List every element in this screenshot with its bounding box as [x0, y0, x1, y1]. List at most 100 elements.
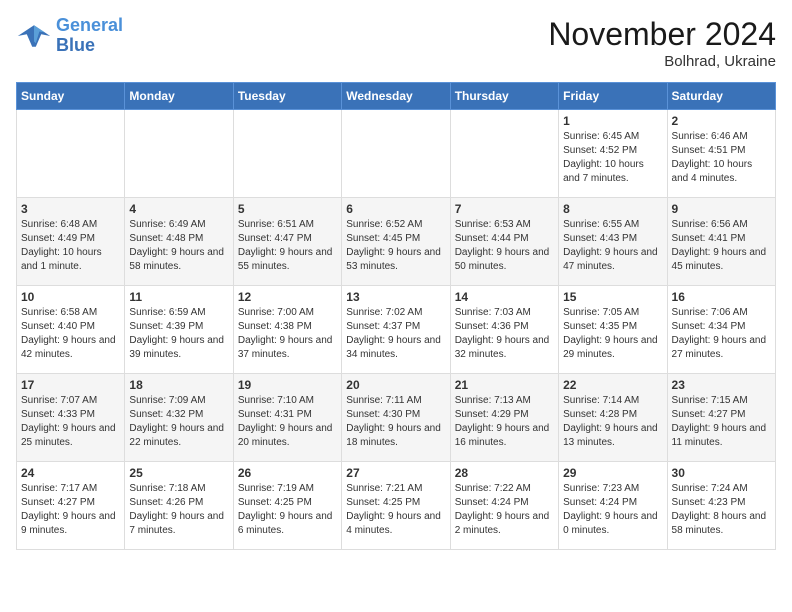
calendar-cell: 10Sunrise: 6:58 AM Sunset: 4:40 PM Dayli…: [17, 286, 125, 374]
calendar-cell: 20Sunrise: 7:11 AM Sunset: 4:30 PM Dayli…: [342, 374, 450, 462]
calendar-cell: 4 Sunrise: 6:49 AM Sunset: 4:48 PM Daylig…: [125, 198, 233, 286]
day-number: 23: [672, 378, 771, 392]
day-number: 16: [672, 290, 771, 304]
day-info: Sunrise: 7:15 AM Sunset: 4:27 PM Dayligh…: [672, 394, 771, 450]
day-number: 22: [563, 378, 662, 392]
calendar-week-1: 3 Sunrise: 6:48 AM Sunset: 4:49 PM Daylig…: [17, 198, 776, 286]
day-number: 10: [21, 290, 120, 304]
calendar-cell: 5Sunrise: 6:51 AM Sunset: 4:47 PM Daylig…: [233, 198, 341, 286]
day-number: 4: [129, 202, 228, 216]
calendar-cell: 19Sunrise: 7:10 AM Sunset: 4:31 PM Dayli…: [233, 374, 341, 462]
month-title: November 2024: [548, 16, 776, 53]
calendar-cell: 6 Sunrise: 6:52 AM Sunset: 4:45 PM Daylig…: [342, 198, 450, 286]
calendar-table: Sunday Monday Tuesday Wednesday Thursday…: [16, 82, 776, 550]
calendar-header-row: Sunday Monday Tuesday Wednesday Thursday…: [17, 83, 776, 110]
calendar-cell: 26 Sunrise: 7:19 AM Sunset: 4:25 PM Dayli…: [233, 462, 341, 550]
col-friday: Friday: [559, 83, 667, 110]
day-info: Sunrise: 7:14 AM Sunset: 4:28 PM Dayligh…: [563, 394, 662, 450]
col-thursday: Thursday: [450, 83, 558, 110]
day-info: Sunrise: 7:13 AM Sunset: 4:29 PM Dayligh…: [455, 394, 554, 450]
calendar-cell: 15 Sunrise: 7:05 AM Sunset: 4:35 PM Dayli…: [559, 286, 667, 374]
day-number: 14: [455, 290, 554, 304]
logo: General Blue: [16, 16, 123, 56]
day-number: 9: [672, 202, 771, 216]
calendar-cell: 7 Sunrise: 6:53 AM Sunset: 4:44 PM Daylig…: [450, 198, 558, 286]
day-info: Sunrise: 7:18 AM Sunset: 4:26 PM Dayligh…: [129, 482, 228, 538]
day-number: 15: [563, 290, 662, 304]
day-number: 24: [21, 466, 120, 480]
col-wednesday: Wednesday: [342, 83, 450, 110]
calendar-cell: 9 Sunrise: 6:56 AM Sunset: 4:41 PM Daylig…: [667, 198, 775, 286]
day-info: Sunrise: 7:03 AM Sunset: 4:36 PM Dayligh…: [455, 306, 554, 362]
day-number: 1: [563, 114, 662, 128]
calendar-cell: 28 Sunrise: 7:22 AM Sunset: 4:24 PM Dayli…: [450, 462, 558, 550]
logo-text: General Blue: [56, 16, 123, 56]
calendar-cell: 27 Sunrise: 7:21 AM Sunset: 4:25 PM Dayli…: [342, 462, 450, 550]
day-info: Sunrise: 6:56 AM Sunset: 4:41 PM Dayligh…: [672, 218, 771, 274]
day-info: Sunrise: 7:19 AM Sunset: 4:25 PM Dayligh…: [238, 482, 337, 538]
day-number: 26: [238, 466, 337, 480]
day-number: 3: [21, 202, 120, 216]
calendar-cell: 17 Sunrise: 7:07 AM Sunset: 4:33 PM Dayli…: [17, 374, 125, 462]
calendar-week-3: 17 Sunrise: 7:07 AM Sunset: 4:33 PM Dayli…: [17, 374, 776, 462]
day-info: Sunrise: 6:52 AM Sunset: 4:45 PM Dayligh…: [346, 218, 445, 274]
calendar-cell: [125, 110, 233, 198]
col-monday: Monday: [125, 83, 233, 110]
day-info: Sunrise: 7:17 AM Sunset: 4:27 PM Dayligh…: [21, 482, 120, 538]
calendar-cell: 14 Sunrise: 7:03 AM Sunset: 4:36 PM Dayli…: [450, 286, 558, 374]
calendar-week-2: 10Sunrise: 6:58 AM Sunset: 4:40 PM Dayli…: [17, 286, 776, 374]
day-info: Sunrise: 7:24 AM Sunset: 4:23 PM Dayligh…: [672, 482, 771, 538]
day-number: 18: [129, 378, 228, 392]
day-info: Sunrise: 7:22 AM Sunset: 4:24 PM Dayligh…: [455, 482, 554, 538]
day-number: 19: [238, 378, 337, 392]
calendar-cell: 23 Sunrise: 7:15 AM Sunset: 4:27 PM Dayli…: [667, 374, 775, 462]
calendar-cell: 25 Sunrise: 7:18 AM Sunset: 4:26 PM Dayli…: [125, 462, 233, 550]
calendar-cell: 21 Sunrise: 7:13 AM Sunset: 4:29 PM Dayli…: [450, 374, 558, 462]
day-info: Sunrise: 7:21 AM Sunset: 4:25 PM Dayligh…: [346, 482, 445, 538]
day-number: 21: [455, 378, 554, 392]
calendar-cell: [17, 110, 125, 198]
day-info: Sunrise: 6:51 AM Sunset: 4:47 PM Dayligh…: [238, 218, 337, 274]
day-number: 17: [21, 378, 120, 392]
calendar-cell: 3 Sunrise: 6:48 AM Sunset: 4:49 PM Daylig…: [17, 198, 125, 286]
day-number: 28: [455, 466, 554, 480]
day-info: Sunrise: 7:23 AM Sunset: 4:24 PM Dayligh…: [563, 482, 662, 538]
day-info: Sunrise: 6:55 AM Sunset: 4:43 PM Dayligh…: [563, 218, 662, 274]
calendar-cell: 11Sunrise: 6:59 AM Sunset: 4:39 PM Dayli…: [125, 286, 233, 374]
calendar-cell: [233, 110, 341, 198]
page-header: General Blue November 2024 Bolhrad, Ukra…: [16, 16, 776, 70]
day-number: 7: [455, 202, 554, 216]
day-info: Sunrise: 6:48 AM Sunset: 4:49 PM Dayligh…: [21, 218, 120, 274]
day-number: 6: [346, 202, 445, 216]
day-number: 27: [346, 466, 445, 480]
col-sunday: Sunday: [17, 83, 125, 110]
day-info: Sunrise: 6:53 AM Sunset: 4:44 PM Dayligh…: [455, 218, 554, 274]
calendar-cell: 13Sunrise: 7:02 AM Sunset: 4:37 PM Dayli…: [342, 286, 450, 374]
day-info: Sunrise: 7:11 AM Sunset: 4:30 PM Dayligh…: [346, 394, 445, 450]
day-info: Sunrise: 6:49 AM Sunset: 4:48 PM Dayligh…: [129, 218, 228, 274]
day-info: Sunrise: 7:00 AM Sunset: 4:38 PM Dayligh…: [238, 306, 337, 362]
day-info: Sunrise: 7:06 AM Sunset: 4:34 PM Dayligh…: [672, 306, 771, 362]
day-number: 8: [563, 202, 662, 216]
calendar-week-4: 24 Sunrise: 7:17 AM Sunset: 4:27 PM Dayli…: [17, 462, 776, 550]
calendar-cell: 24 Sunrise: 7:17 AM Sunset: 4:27 PM Dayli…: [17, 462, 125, 550]
day-info: Sunrise: 7:05 AM Sunset: 4:35 PM Dayligh…: [563, 306, 662, 362]
calendar-cell: 22 Sunrise: 7:14 AM Sunset: 4:28 PM Dayli…: [559, 374, 667, 462]
day-number: 30: [672, 466, 771, 480]
calendar-cell: 12Sunrise: 7:00 AM Sunset: 4:38 PM Dayli…: [233, 286, 341, 374]
location: Bolhrad, Ukraine: [548, 53, 776, 70]
day-number: 11: [129, 290, 228, 304]
col-tuesday: Tuesday: [233, 83, 341, 110]
day-info: Sunrise: 6:46 AM Sunset: 4:51 PM Dayligh…: [672, 130, 771, 186]
calendar-cell: 8 Sunrise: 6:55 AM Sunset: 4:43 PM Daylig…: [559, 198, 667, 286]
day-number: 25: [129, 466, 228, 480]
calendar-cell: 1Sunrise: 6:45 AM Sunset: 4:52 PM Daylig…: [559, 110, 667, 198]
day-number: 29: [563, 466, 662, 480]
calendar-cell: 18 Sunrise: 7:09 AM Sunset: 4:32 PM Dayli…: [125, 374, 233, 462]
day-info: Sunrise: 7:07 AM Sunset: 4:33 PM Dayligh…: [21, 394, 120, 450]
calendar-cell: 30 Sunrise: 7:24 AM Sunset: 4:23 PM Dayli…: [667, 462, 775, 550]
day-info: Sunrise: 7:02 AM Sunset: 4:37 PM Dayligh…: [346, 306, 445, 362]
day-info: Sunrise: 7:09 AM Sunset: 4:32 PM Dayligh…: [129, 394, 228, 450]
day-number: 2: [672, 114, 771, 128]
title-block: November 2024 Bolhrad, Ukraine: [548, 16, 776, 70]
